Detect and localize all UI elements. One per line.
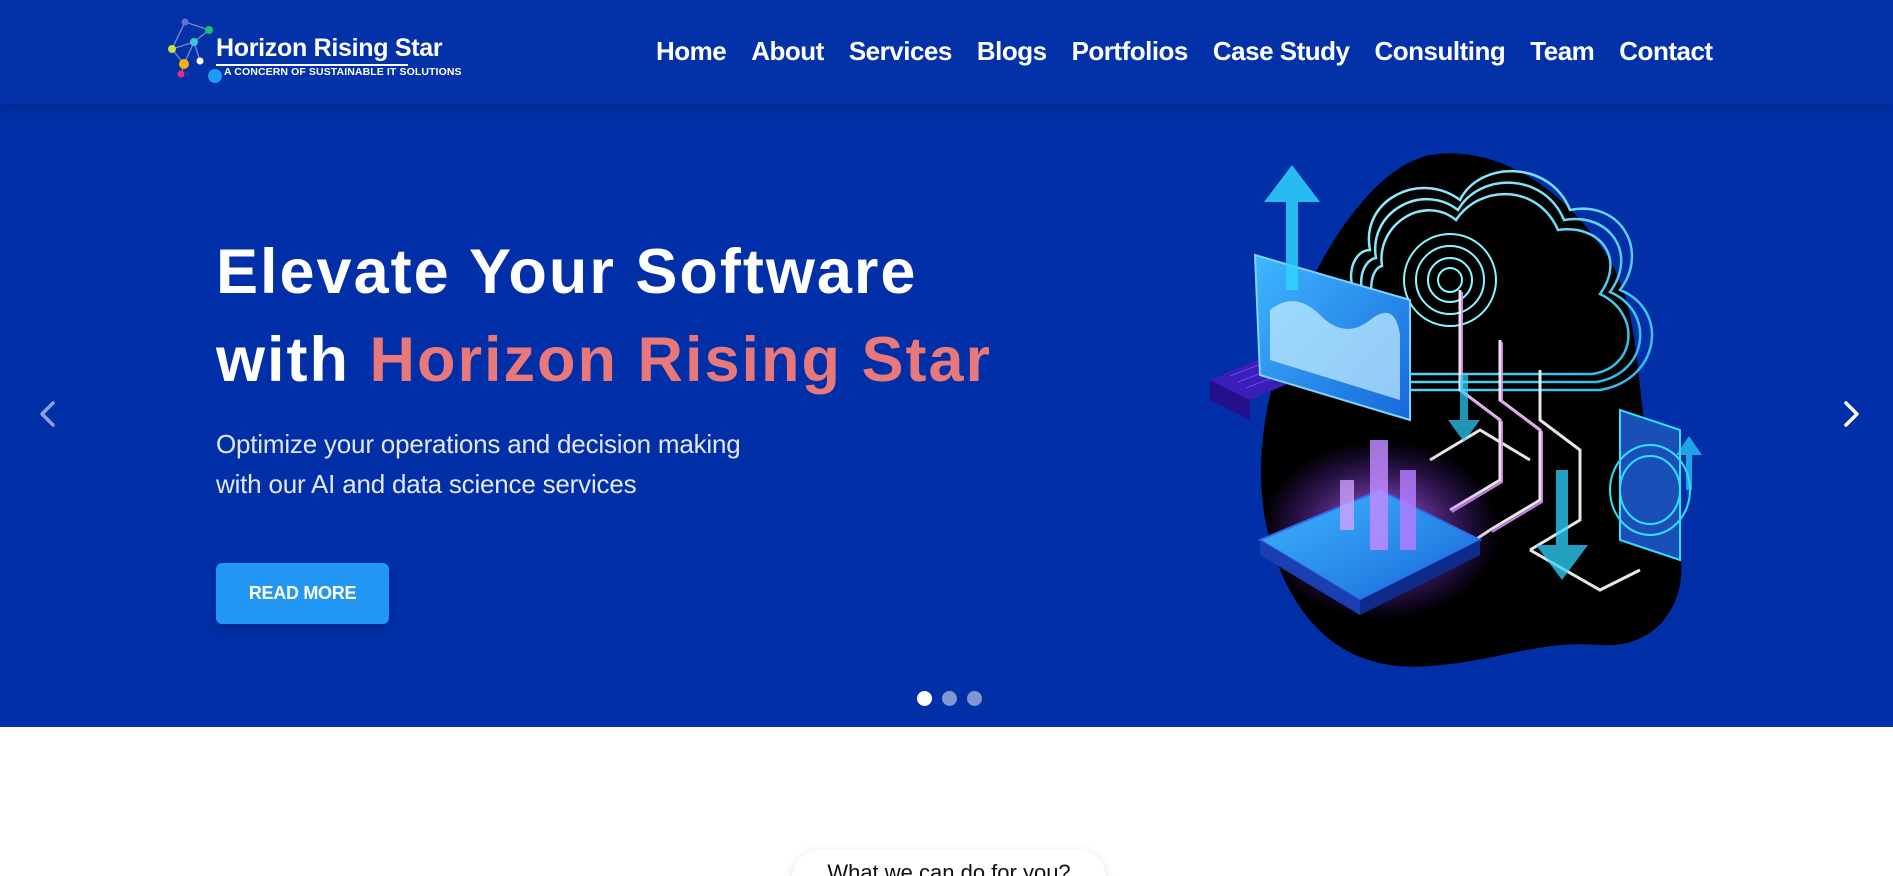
hero-title-line1: Elevate Your Software (216, 237, 918, 307)
section-heading-pill: What we can do for you? (792, 850, 1106, 876)
carousel-prev-button[interactable] (28, 394, 68, 434)
hero-title-accent: Horizon Rising Star (369, 325, 993, 395)
hero-carousel: Elevate Your Software with Horizon Risin… (0, 0, 1893, 727)
cloud-computing-illustration (1200, 140, 1720, 680)
site-header: Horizon Rising Star A CONCERN OF SUSTAIN… (0, 0, 1893, 104)
chevron-left-icon (40, 401, 55, 427)
brand-tagline: A CONCERN OF SUSTAINABLE IT SOLUTIONS (224, 66, 462, 78)
brand-logo[interactable]: Horizon Rising Star A CONCERN OF SUSTAIN… (158, 16, 462, 84)
carousel-indicators (917, 691, 982, 706)
chevron-right-icon (1844, 401, 1859, 427)
carousel-dot-1[interactable] (917, 691, 932, 706)
nav-item-about[interactable]: About (751, 34, 824, 68)
hero-title-line2-prefix: with (216, 325, 370, 395)
nav-item-contact[interactable]: Contact (1619, 34, 1713, 68)
carousel-next-button[interactable] (1831, 394, 1871, 434)
nav-item-consulting[interactable]: Consulting (1375, 34, 1506, 68)
carousel-dot-3[interactable] (967, 691, 982, 706)
hero-subtitle-line2: with our AI and data science services (216, 469, 637, 499)
nav-item-blogs[interactable]: Blogs (977, 34, 1047, 68)
main-navigation: Home About Services Blogs Portfolios Cas… (656, 34, 1713, 68)
brand-name: Horizon Rising Star (216, 34, 443, 62)
read-more-button[interactable]: READ MORE (216, 563, 389, 624)
nav-item-services[interactable]: Services (849, 34, 952, 68)
hero-subtitle-line1: Optimize your operations and decision ma… (216, 429, 741, 459)
nav-item-portfolios[interactable]: Portfolios (1072, 34, 1189, 68)
nav-item-home[interactable]: Home (656, 34, 727, 68)
hero-subtitle: Optimize your operations and decision ma… (216, 424, 856, 504)
nav-item-team[interactable]: Team (1530, 34, 1595, 68)
carousel-dot-2[interactable] (942, 691, 957, 706)
nav-item-case-study[interactable]: Case Study (1213, 34, 1350, 68)
hero-title: Elevate Your Software with Horizon Risin… (216, 228, 992, 404)
